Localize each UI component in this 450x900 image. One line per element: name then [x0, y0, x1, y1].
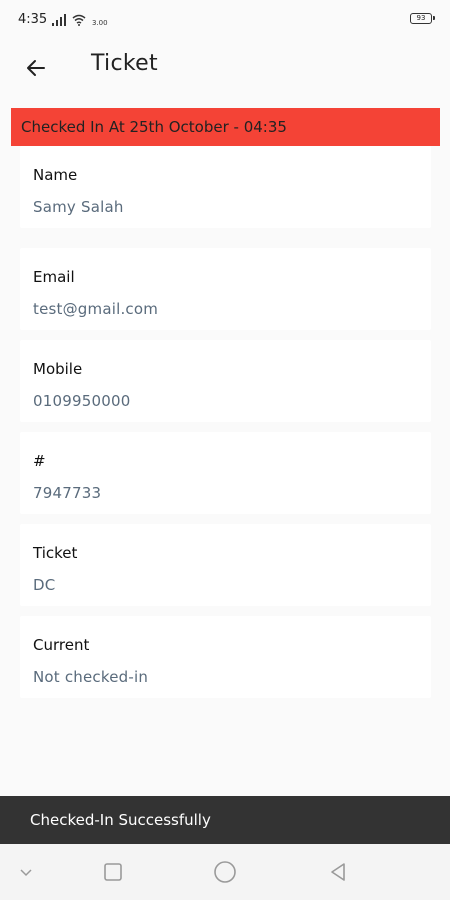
nav-home-button[interactable]	[211, 858, 239, 886]
back-button[interactable]	[20, 52, 52, 84]
mobile-card: Mobile 0109950000	[20, 340, 431, 422]
number-card: # 7947733	[20, 432, 431, 514]
name-label: Name	[33, 166, 78, 184]
network-speed: 3.00	[92, 19, 108, 27]
back-triangle-icon	[331, 863, 345, 881]
ticket-card: Ticket DC	[20, 524, 431, 606]
ticket-value: DC	[33, 576, 56, 594]
nav-chevron-button[interactable]	[12, 858, 40, 886]
name-card: Name Samy Salah	[20, 146, 431, 228]
checked-in-banner: Checked In At 25th October - 04:35	[11, 108, 440, 146]
email-value: test@gmail.com	[33, 300, 159, 318]
home-icon	[214, 861, 236, 883]
signal-icon	[52, 14, 66, 26]
system-nav-bar	[0, 844, 450, 900]
mobile-value: 0109950000	[33, 392, 131, 410]
current-value: Not checked-in	[33, 668, 149, 686]
status-icons: 3.00	[52, 12, 108, 27]
chevron-down-icon	[20, 869, 32, 877]
number-label: #	[33, 452, 46, 470]
status-bar: 4:35 3.00 93	[0, 0, 450, 40]
recents-icon	[104, 863, 122, 881]
checked-in-banner-text: Checked In At 25th October - 04:35	[21, 118, 287, 136]
wifi-icon	[72, 14, 86, 26]
email-card: Email test@gmail.com	[20, 248, 431, 330]
number-value: 7947733	[33, 484, 102, 502]
snackbar-text: Checked-In Successfully	[30, 811, 211, 829]
email-label: Email	[33, 268, 75, 286]
status-time: 4:35	[18, 12, 48, 27]
current-label: Current	[33, 636, 90, 654]
name-value: Samy Salah	[33, 198, 124, 216]
battery-icon: 93	[410, 13, 435, 24]
snackbar: Checked-In Successfully	[0, 796, 450, 844]
back-arrow-icon	[27, 60, 45, 76]
app-bar: Ticket	[0, 40, 450, 96]
current-card: Current Not checked-in	[20, 616, 431, 698]
nav-back-button[interactable]	[324, 858, 352, 886]
ticket-label: Ticket	[33, 544, 78, 562]
mobile-label: Mobile	[33, 360, 83, 378]
nav-recents-button[interactable]	[99, 858, 127, 886]
page-title: Ticket	[91, 51, 158, 76]
